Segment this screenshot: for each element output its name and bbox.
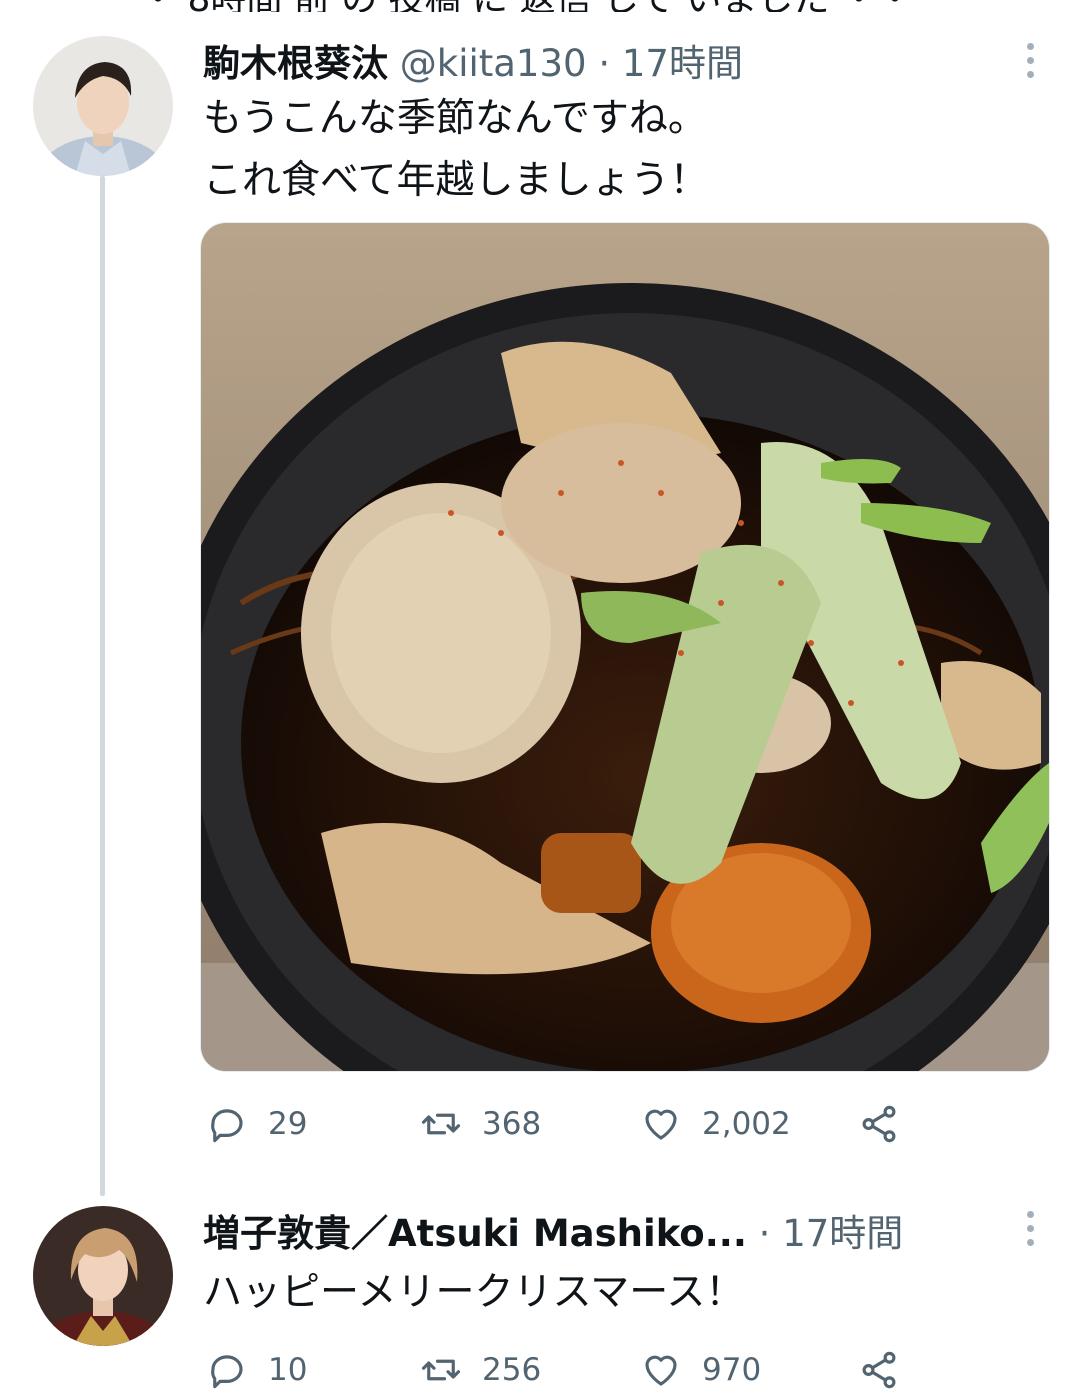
heart-icon	[645, 1109, 677, 1140]
thread-connector-line	[100, 176, 105, 1196]
separator: ·	[758, 1212, 771, 1255]
share-icon	[862, 1351, 896, 1389]
like-count: 2,002	[702, 1106, 791, 1142]
like-count: 970	[702, 1352, 762, 1388]
timestamp[interactable]: 17時間	[622, 42, 743, 85]
more-vertical-icon[interactable]	[1010, 30, 1050, 90]
retweet-count: 256	[482, 1352, 542, 1388]
retweet-count: 368	[482, 1106, 542, 1142]
reply-button[interactable]: 29	[206, 1094, 307, 1154]
reply-bubble-icon	[211, 1355, 243, 1389]
avatar[interactable]	[33, 1206, 173, 1346]
reply-text: ハッピーメリークリスマース！	[203, 1270, 745, 1315]
separator: ·	[598, 42, 611, 85]
like-button[interactable]: 970	[640, 1340, 761, 1400]
author-name[interactable]: 駒木根葵汰	[203, 42, 388, 85]
avatar-photo	[33, 36, 173, 176]
reply-actions: 10 256 970	[200, 1340, 960, 1400]
share-icon	[862, 1105, 896, 1143]
heart-icon	[645, 1355, 677, 1386]
partial-previous-text: ・ 8時間 前 の 投稿 に 返信 して いました ・・・	[140, 0, 900, 12]
tweet-actions: 29 368 2,002	[200, 1094, 960, 1154]
avatar-photo	[33, 1206, 173, 1346]
reply-count: 10	[268, 1352, 308, 1388]
soba-bowl-photo	[201, 223, 1049, 1071]
share-button[interactable]	[858, 1340, 900, 1400]
author-name[interactable]: 増子敦貴／Atsuki Mashiko...	[203, 1203, 747, 1257]
retweet-arrows-icon	[421, 1359, 461, 1381]
tweet-header: 駒木根葵汰 @kiita130 · 17時間	[203, 33, 743, 87]
like-button[interactable]: 2,002	[640, 1094, 791, 1154]
reply-header: 増子敦貴／Atsuki Mashiko... · 17時間	[203, 1203, 903, 1257]
more-vertical-icon[interactable]	[1010, 1198, 1050, 1258]
retweet-arrows-icon	[421, 1113, 461, 1135]
retweet-button[interactable]: 368	[420, 1094, 541, 1154]
tweet-photo[interactable]	[200, 222, 1050, 1072]
reply-button[interactable]: 10	[206, 1340, 307, 1400]
tweet-text: もうこんな季節なんですね。 これ食べて年越しましょう！	[203, 88, 1043, 212]
tweet-text-line: もうこんな季節なんですね。	[203, 96, 707, 141]
avatar[interactable]	[33, 36, 173, 176]
share-button[interactable]	[858, 1094, 900, 1154]
reply-bubble-icon	[211, 1109, 243, 1143]
reply-count: 29	[268, 1106, 308, 1142]
author-handle[interactable]: @kiita130	[400, 42, 587, 85]
timestamp[interactable]: 17時間	[782, 1212, 903, 1255]
tweet-text-line: これ食べて年越しましょう！	[203, 158, 709, 203]
retweet-button[interactable]: 256	[420, 1340, 541, 1400]
